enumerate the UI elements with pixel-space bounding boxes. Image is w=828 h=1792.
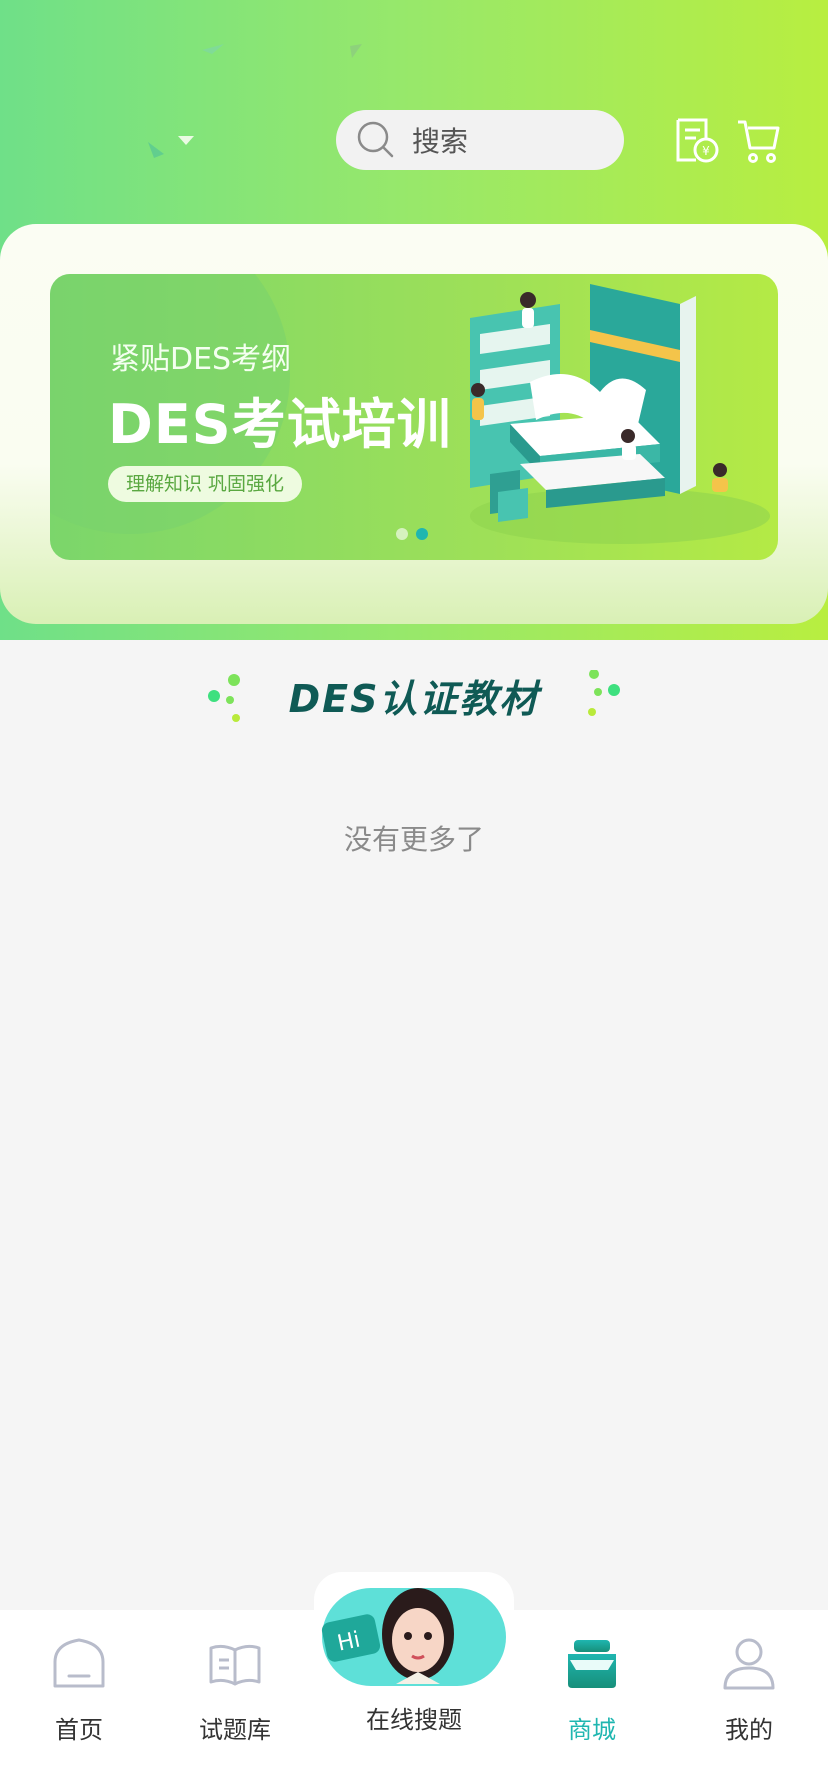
tab-shop-label: 商城 [568, 1716, 616, 1744]
tab-home[interactable]: 首页 [19, 1636, 139, 1745]
promo-banner[interactable]: 紧贴DES考纲 DES考试培训 理解知识 巩固强化 [50, 274, 778, 560]
banner-title: DES考试培训 [108, 393, 452, 456]
section-title: DES认证教材 [288, 677, 540, 721]
search-placeholder: 搜索 [412, 125, 469, 158]
books-illustration [470, 284, 770, 544]
book-icon [209, 1644, 261, 1686]
user-icon [723, 1638, 775, 1690]
shop-icon [568, 1640, 616, 1688]
tab-online-search-label[interactable]: 在线搜题 [344, 1700, 484, 1735]
tab-shop[interactable]: 商城 [532, 1636, 652, 1745]
banner-pagination [396, 528, 428, 540]
tab-home-label: 首页 [55, 1716, 103, 1744]
home-icon [53, 1638, 105, 1688]
tab-mine-label: 我的 [725, 1716, 773, 1744]
search-input[interactable]: 搜索 [336, 110, 624, 170]
tab-question-bank-label: 试题库 [199, 1716, 271, 1744]
chevron-down-icon[interactable] [178, 136, 194, 145]
svg-text:¥: ¥ [702, 144, 710, 158]
ai-assistant-bubble[interactable]: Hi [314, 1572, 514, 1692]
order-receipt-icon[interactable]: ¥ [674, 116, 720, 164]
ai-assistant-avatar: Hi [321, 1588, 506, 1686]
tab-question-bank[interactable]: 试题库 [175, 1636, 295, 1745]
banner-tag: 理解知识 巩固强化 [108, 466, 303, 502]
cart-icon[interactable] [736, 116, 782, 164]
pagination-dot-active[interactable] [416, 528, 428, 540]
search-icon [356, 120, 396, 160]
pagination-dot[interactable] [396, 528, 408, 540]
banner-subtitle: 紧贴DES考纲 [110, 342, 292, 377]
no-more-text: 没有更多了 [343, 823, 484, 856]
tab-mine[interactable]: 我的 [689, 1636, 809, 1745]
